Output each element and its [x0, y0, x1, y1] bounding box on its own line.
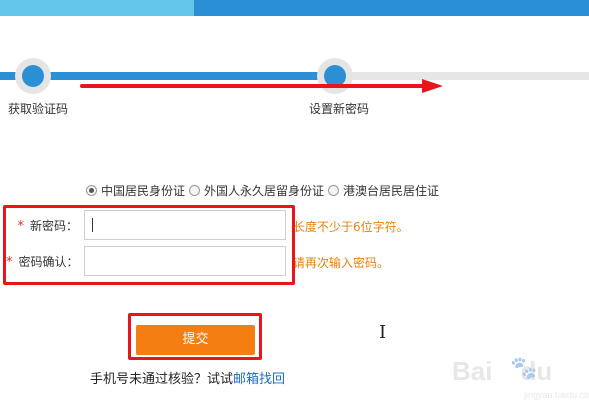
annotation-highlight-box — [3, 205, 295, 285]
radio-checked-icon[interactable] — [86, 185, 97, 196]
header-bar-right-segment — [194, 0, 589, 16]
email-recovery-link[interactable]: 邮箱找回 — [233, 372, 285, 387]
id-type-option-label: 港澳台居民居住证 — [343, 184, 440, 198]
radio-unchecked-icon[interactable] — [328, 185, 340, 196]
text-cursor-icon: I — [379, 322, 387, 343]
id-type-option-label: 中国居民身份证 — [101, 184, 186, 198]
radio-unchecked-icon[interactable] — [189, 185, 201, 196]
id-type-option-foreigner[interactable]: 外国人永久居留身份证 — [189, 182, 324, 199]
annotation-arrow-icon — [80, 79, 443, 93]
header-bar-left-segment — [0, 0, 194, 16]
id-type-option-hmt[interactable]: 港澳台居民居住证 — [328, 182, 439, 199]
new-password-hint: 长度不少于6位字符。 — [293, 220, 409, 234]
id-type-radio-group: 中国居民身份证 外国人永久居留身份证 港澳台居民居住证 — [86, 182, 443, 199]
progress-steps: 获取验证码 设置新密码 — [0, 56, 589, 116]
confirm-password-hint: 请再次输入密码。 — [293, 256, 390, 270]
baidu-watermark: Baidu 🐾 jingyan.baidu.com — [452, 356, 589, 406]
watermark-subtext: jingyan.baidu.com — [524, 390, 589, 400]
top-header-bar — [0, 0, 589, 16]
submit-button[interactable]: 提交 — [136, 325, 255, 355]
fallback-recovery-text: 手机号未通过核验？试试邮箱找回 — [90, 368, 285, 387]
paw-icon: 🐾 — [510, 356, 538, 381]
id-type-option-resident[interactable]: 中国居民身份证 — [86, 182, 185, 199]
id-type-option-label: 外国人永久居留身份证 — [204, 184, 325, 198]
fallback-text: 手机号未通过核验？试试 — [90, 372, 234, 387]
